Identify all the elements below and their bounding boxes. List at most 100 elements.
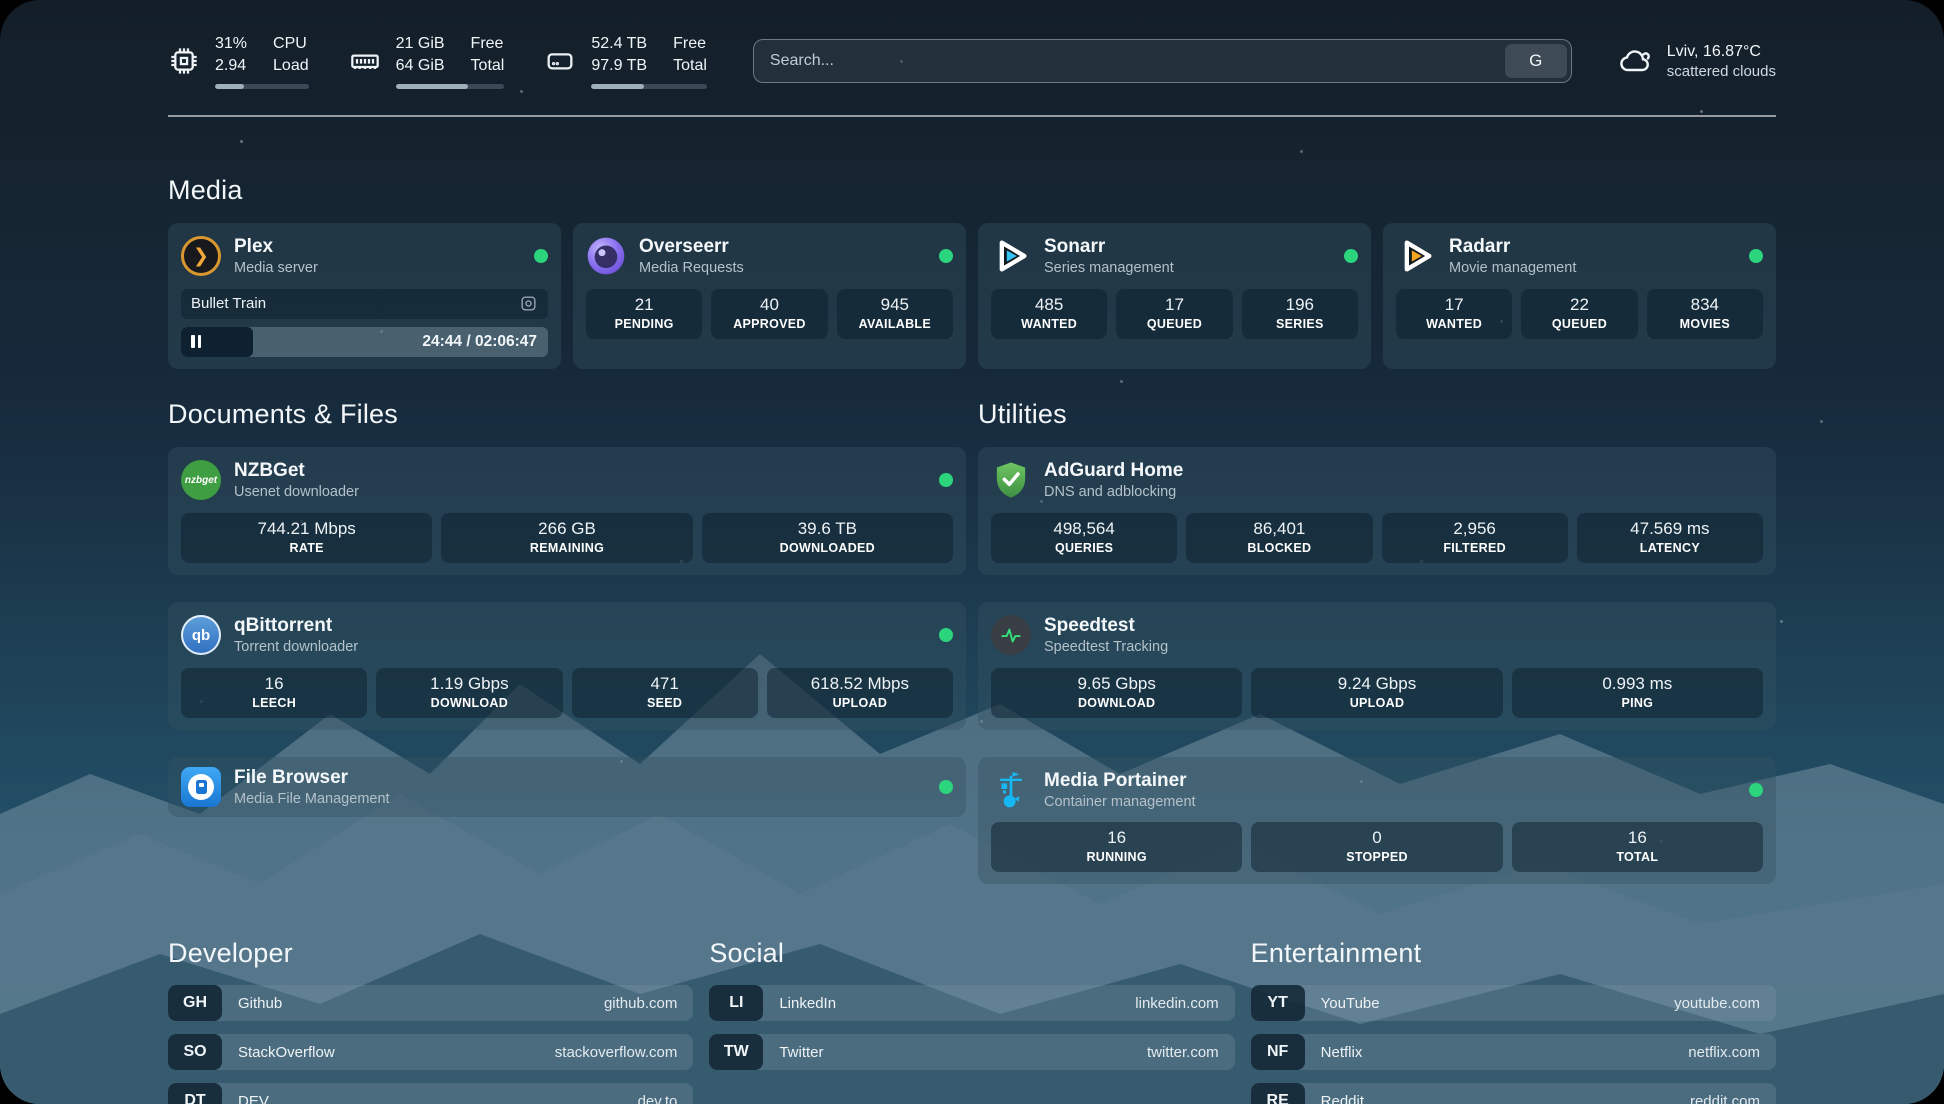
card-title: Radarr	[1449, 235, 1576, 258]
cpu-load-value: 2.94	[215, 55, 247, 77]
playback-time: 24:44 / 02:06:47	[422, 327, 537, 357]
stat-value: 0	[1255, 828, 1498, 848]
bookmark-url: youtube.com	[1674, 995, 1760, 1012]
speedtest-card[interactable]: Speedtest Speedtest Tracking 9.65 Gbps D…	[978, 602, 1776, 730]
qbittorrent-icon: qb	[181, 615, 221, 655]
stat-label: APPROVED	[715, 317, 823, 331]
stat-value: 618.52 Mbps	[771, 674, 949, 694]
stat-label: WANTED	[995, 317, 1103, 331]
radarr-icon	[1396, 236, 1436, 276]
card-subtitle: Series management	[1044, 260, 1174, 278]
stat-value: 2,956	[1386, 519, 1564, 539]
topbar-divider	[168, 115, 1776, 117]
memory-labels: Free Total	[471, 33, 505, 76]
radarr-card[interactable]: Radarr Movie management 17 WANTED 22 QUE…	[1383, 223, 1776, 369]
card-subtitle: Media Requests	[639, 260, 744, 278]
card-subtitle: DNS and adblocking	[1044, 484, 1183, 502]
overseerr-icon	[586, 236, 626, 276]
stat-label: SERIES	[1246, 317, 1354, 331]
stat-label: PING	[1516, 696, 1759, 710]
speedtest-icon	[991, 615, 1031, 655]
stat-tile: 498,564 QUERIES	[991, 513, 1177, 563]
playback-progress-track[interactable]: 24:44 / 02:06:47	[181, 327, 548, 357]
bookmark-url: github.com	[604, 995, 677, 1012]
entertainment-bookmarks: Entertainment YT YouTube youtube.com NF …	[1251, 938, 1776, 1104]
adguard-card[interactable]: AdGuard Home DNS and adblocking 498,564 …	[978, 447, 1776, 575]
cpu-values: 31% 2.94	[215, 33, 247, 76]
bookmark-youtube[interactable]: YT YouTube youtube.com	[1251, 985, 1776, 1021]
section-heading-documents: Documents & Files	[168, 399, 966, 430]
bookmark-stackoverflow[interactable]: SO StackOverflow stackoverflow.com	[168, 1034, 693, 1070]
stat-value: 16	[1516, 828, 1759, 848]
stat-value: 9.24 Gbps	[1255, 674, 1498, 694]
stat-label: FILTERED	[1386, 541, 1564, 555]
stat-label: UPLOAD	[1255, 696, 1498, 710]
cpu-stat: 31% 2.94 CPU Load	[168, 33, 309, 88]
search-input[interactable]	[753, 39, 1572, 83]
weather-widget: Lviv, 16.87°C scattered clouds	[1618, 43, 1776, 80]
section-heading-utilities: Utilities	[978, 399, 1776, 430]
plex-card[interactable]: ❯ Plex Media server Bullet Train	[168, 223, 561, 369]
weather-location-temp: Lviv, 16.87°C	[1667, 43, 1776, 61]
stat-label: REMAINING	[445, 541, 688, 555]
stat-tile: 21 PENDING	[586, 289, 702, 339]
pause-icon[interactable]	[191, 335, 195, 348]
stat-value: 9.65 Gbps	[995, 674, 1238, 694]
cpu-progress-track	[215, 84, 309, 89]
section-heading-entertainment: Entertainment	[1251, 938, 1776, 969]
cloud-icon	[1618, 43, 1654, 79]
filebrowser-card[interactable]: File Browser Media File Management	[168, 757, 966, 818]
status-dot	[939, 473, 953, 487]
card-title: Plex	[234, 235, 318, 258]
memory-free-label: Free	[471, 33, 505, 55]
playback-progress-fill	[181, 327, 253, 357]
bookmark-reddit[interactable]: RE Reddit reddit.com	[1251, 1083, 1776, 1104]
stat-label: BLOCKED	[1190, 541, 1368, 555]
stat-label: QUEUED	[1525, 317, 1633, 331]
stat-tile: 485 WANTED	[991, 289, 1107, 339]
stat-tile: 196 SERIES	[1242, 289, 1358, 339]
stat-label: QUERIES	[995, 541, 1173, 555]
stat-tile: 17 QUEUED	[1116, 289, 1232, 339]
bookmark-netflix[interactable]: NF Netflix netflix.com	[1251, 1034, 1776, 1070]
card-title: qBittorrent	[234, 614, 358, 637]
sonarr-card[interactable]: Sonarr Series management 485 WANTED 17 Q…	[978, 223, 1371, 369]
now-playing-title: Bullet Train	[191, 295, 266, 312]
adguard-icon	[991, 460, 1031, 500]
card-title: File Browser	[234, 766, 390, 789]
now-playing-icon	[519, 294, 538, 313]
card-title: NZBGet	[234, 459, 359, 482]
plex-chevron: ❯	[193, 245, 209, 268]
bookmark-linkedin[interactable]: LI LinkedIn linkedin.com	[709, 985, 1234, 1021]
card-title: Media Portainer	[1044, 769, 1196, 792]
nzbget-card[interactable]: nzbget NZBGet Usenet downloader 744.21 M…	[168, 447, 966, 575]
pause-icon[interactable]	[198, 335, 202, 348]
stat-value: 21	[590, 295, 698, 315]
card-title: Sonarr	[1044, 235, 1174, 258]
qbittorrent-card[interactable]: qb qBittorrent Torrent downloader 16 LEE…	[168, 602, 966, 730]
bookmark-label: LinkedIn	[779, 995, 836, 1012]
stat-tile: 47.569 ms LATENCY	[1577, 513, 1763, 563]
portainer-card[interactable]: Media Portainer Container management 16 …	[978, 757, 1776, 885]
bookmark-label: YouTube	[1321, 995, 1380, 1012]
stat-value: 1.19 Gbps	[380, 674, 558, 694]
bookmark-label: Netflix	[1321, 1044, 1363, 1061]
nzbget-icon: nzbget	[181, 460, 221, 500]
stat-value: 485	[995, 295, 1103, 315]
stat-tile: 618.52 Mbps UPLOAD	[767, 668, 953, 718]
overseerr-card[interactable]: Overseerr Media Requests 21 PENDING 40 A…	[573, 223, 966, 369]
system-stats: 31% 2.94 CPU Load	[168, 33, 707, 88]
memory-free-value: 21 GiB	[396, 33, 445, 55]
stat-tile: 834 MOVIES	[1647, 289, 1763, 339]
google-search-button[interactable]: G	[1505, 44, 1567, 78]
section-heading-developer: Developer	[168, 938, 693, 969]
bookmark-twitter[interactable]: TW Twitter twitter.com	[709, 1034, 1234, 1070]
disk-free-label: Free	[673, 33, 707, 55]
cpu-chip-icon	[168, 45, 200, 77]
stat-label: MOVIES	[1651, 317, 1759, 331]
bookmark-dev[interactable]: DT DEV dev.to	[168, 1083, 693, 1104]
memory-total-label: Total	[471, 55, 505, 77]
nzbget-icon-text: nzbget	[185, 475, 217, 486]
bookmark-abbr: SO	[168, 1034, 222, 1070]
bookmark-github[interactable]: GH Github github.com	[168, 985, 693, 1021]
